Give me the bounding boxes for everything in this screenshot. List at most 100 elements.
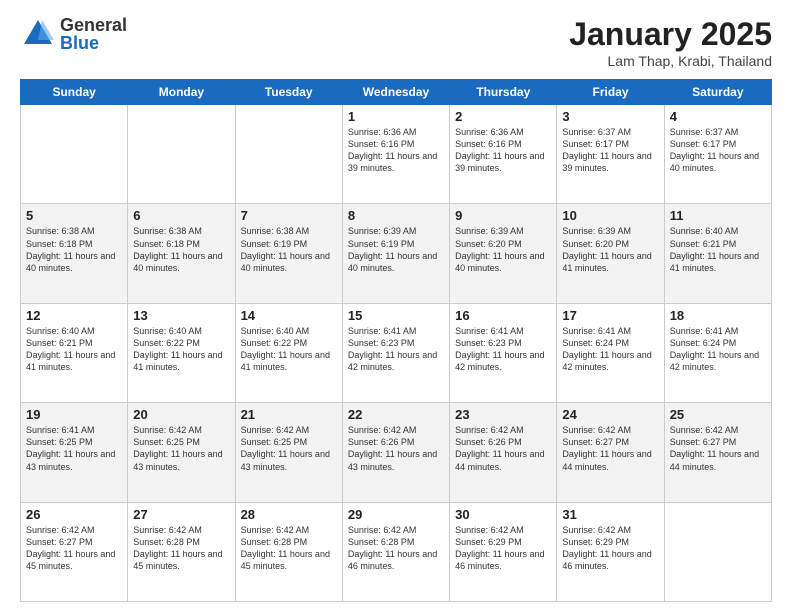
day-info: Sunrise: 6:42 AM Sunset: 6:26 PM Dayligh…	[348, 424, 444, 473]
day-number: 15	[348, 308, 444, 323]
day-number: 21	[241, 407, 337, 422]
day-number: 31	[562, 507, 658, 522]
day-number: 17	[562, 308, 658, 323]
day-info: Sunrise: 6:42 AM Sunset: 6:29 PM Dayligh…	[562, 524, 658, 573]
day-number: 5	[26, 208, 122, 223]
calendar-week-row: 12 Sunrise: 6:40 AM Sunset: 6:21 PM Dayli…	[21, 303, 772, 402]
day-number: 11	[670, 208, 766, 223]
calendar-cell: 23 Sunrise: 6:42 AM Sunset: 6:26 PM Dayli…	[450, 403, 557, 502]
day-info: Sunrise: 6:37 AM Sunset: 6:17 PM Dayligh…	[562, 126, 658, 175]
day-info: Sunrise: 6:39 AM Sunset: 6:20 PM Dayligh…	[455, 225, 551, 274]
calendar-cell: 6 Sunrise: 6:38 AM Sunset: 6:18 PM Daylig…	[128, 204, 235, 303]
calendar-cell: 21 Sunrise: 6:42 AM Sunset: 6:25 PM Dayli…	[235, 403, 342, 502]
calendar-cell: 2 Sunrise: 6:36 AM Sunset: 6:16 PM Daylig…	[450, 105, 557, 204]
calendar-week-row: 1 Sunrise: 6:36 AM Sunset: 6:16 PM Daylig…	[21, 105, 772, 204]
calendar-cell: 17 Sunrise: 6:41 AM Sunset: 6:24 PM Dayli…	[557, 303, 664, 402]
calendar-week-row: 26Sunrise: 6:42 AM Sunset: 6:27 PM Dayli…	[21, 502, 772, 601]
day-number: 13	[133, 308, 229, 323]
logo-icon	[20, 16, 56, 52]
logo-blue: Blue	[60, 34, 127, 52]
calendar-cell: 30 Sunrise: 6:42 AM Sunset: 6:29 PM Dayli…	[450, 502, 557, 601]
calendar-cell: 3 Sunrise: 6:37 AM Sunset: 6:17 PM Daylig…	[557, 105, 664, 204]
day-info: Sunrise: 6:41 AM Sunset: 6:23 PM Dayligh…	[348, 325, 444, 374]
day-info: Sunrise: 6:36 AM Sunset: 6:16 PM Dayligh…	[348, 126, 444, 175]
calendar-cell: 19 Sunrise: 6:41 AM Sunset: 6:25 PM Dayli…	[21, 403, 128, 502]
day-info: Sunrise: 6:41 AM Sunset: 6:24 PM Dayligh…	[670, 325, 766, 374]
location-title: Lam Thap, Krabi, Thailand	[569, 53, 772, 69]
calendar-cell: 29Sunrise: 6:42 AM Sunset: 6:28 PM Dayli…	[342, 502, 449, 601]
day-number: 2	[455, 109, 551, 124]
title-block: January 2025 Lam Thap, Krabi, Thailand	[569, 16, 772, 69]
calendar: Sunday Monday Tuesday Wednesday Thursday…	[20, 79, 772, 602]
col-thursday: Thursday	[450, 80, 557, 105]
day-number: 1	[348, 109, 444, 124]
day-info: Sunrise: 6:42 AM Sunset: 6:26 PM Dayligh…	[455, 424, 551, 473]
calendar-cell: 4Sunrise: 6:37 AM Sunset: 6:17 PM Daylig…	[664, 105, 771, 204]
calendar-cell: 22 Sunrise: 6:42 AM Sunset: 6:26 PM Dayli…	[342, 403, 449, 502]
calendar-cell: 5 Sunrise: 6:38 AM Sunset: 6:18 PM Daylig…	[21, 204, 128, 303]
day-number: 3	[562, 109, 658, 124]
day-number: 4	[670, 109, 766, 124]
calendar-cell: 31 Sunrise: 6:42 AM Sunset: 6:29 PM Dayli…	[557, 502, 664, 601]
calendar-cell: 18 Sunrise: 6:41 AM Sunset: 6:24 PM Dayli…	[664, 303, 771, 402]
day-info: Sunrise: 6:40 AM Sunset: 6:21 PM Dayligh…	[670, 225, 766, 274]
calendar-cell: 16Sunrise: 6:41 AM Sunset: 6:23 PM Dayli…	[450, 303, 557, 402]
day-info: Sunrise: 6:40 AM Sunset: 6:22 PM Dayligh…	[133, 325, 229, 374]
calendar-cell: 1 Sunrise: 6:36 AM Sunset: 6:16 PM Daylig…	[342, 105, 449, 204]
col-sunday: Sunday	[21, 80, 128, 105]
day-number: 28	[241, 507, 337, 522]
calendar-cell: 15 Sunrise: 6:41 AM Sunset: 6:23 PM Dayli…	[342, 303, 449, 402]
calendar-cell: 28Sunrise: 6:42 AM Sunset: 6:28 PM Dayli…	[235, 502, 342, 601]
day-info: Sunrise: 6:41 AM Sunset: 6:24 PM Dayligh…	[562, 325, 658, 374]
month-title: January 2025	[569, 16, 772, 53]
page: General Blue January 2025 Lam Thap, Krab…	[0, 0, 792, 612]
day-number: 25	[670, 407, 766, 422]
header: General Blue January 2025 Lam Thap, Krab…	[20, 16, 772, 69]
day-number: 10	[562, 208, 658, 223]
day-info: Sunrise: 6:42 AM Sunset: 6:27 PM Dayligh…	[26, 524, 122, 573]
col-friday: Friday	[557, 80, 664, 105]
calendar-cell: 27 Sunrise: 6:42 AM Sunset: 6:28 PM Dayli…	[128, 502, 235, 601]
calendar-cell: 9 Sunrise: 6:39 AM Sunset: 6:20 PM Daylig…	[450, 204, 557, 303]
calendar-cell: 12 Sunrise: 6:40 AM Sunset: 6:21 PM Dayli…	[21, 303, 128, 402]
col-wednesday: Wednesday	[342, 80, 449, 105]
calendar-cell: 25Sunrise: 6:42 AM Sunset: 6:27 PM Dayli…	[664, 403, 771, 502]
day-info: Sunrise: 6:40 AM Sunset: 6:22 PM Dayligh…	[241, 325, 337, 374]
day-number: 9	[455, 208, 551, 223]
day-number: 30	[455, 507, 551, 522]
day-number: 6	[133, 208, 229, 223]
day-info: Sunrise: 6:39 AM Sunset: 6:19 PM Dayligh…	[348, 225, 444, 274]
day-number: 23	[455, 407, 551, 422]
calendar-cell: 13 Sunrise: 6:40 AM Sunset: 6:22 PM Dayli…	[128, 303, 235, 402]
day-info: Sunrise: 6:42 AM Sunset: 6:25 PM Dayligh…	[241, 424, 337, 473]
day-number: 12	[26, 308, 122, 323]
day-number: 16	[455, 308, 551, 323]
weekday-header-row: Sunday Monday Tuesday Wednesday Thursday…	[21, 80, 772, 105]
calendar-cell: 7Sunrise: 6:38 AM Sunset: 6:19 PM Daylig…	[235, 204, 342, 303]
calendar-cell	[664, 502, 771, 601]
day-number: 19	[26, 407, 122, 422]
calendar-cell: 10Sunrise: 6:39 AM Sunset: 6:20 PM Dayli…	[557, 204, 664, 303]
day-info: Sunrise: 6:41 AM Sunset: 6:25 PM Dayligh…	[26, 424, 122, 473]
day-number: 29	[348, 507, 444, 522]
day-number: 8	[348, 208, 444, 223]
day-number: 18	[670, 308, 766, 323]
day-number: 27	[133, 507, 229, 522]
day-info: Sunrise: 6:38 AM Sunset: 6:18 PM Dayligh…	[133, 225, 229, 274]
day-number: 22	[348, 407, 444, 422]
day-info: Sunrise: 6:42 AM Sunset: 6:29 PM Dayligh…	[455, 524, 551, 573]
day-info: Sunrise: 6:40 AM Sunset: 6:21 PM Dayligh…	[26, 325, 122, 374]
day-number: 7	[241, 208, 337, 223]
col-tuesday: Tuesday	[235, 80, 342, 105]
day-info: Sunrise: 6:36 AM Sunset: 6:16 PM Dayligh…	[455, 126, 551, 175]
day-number: 24	[562, 407, 658, 422]
col-saturday: Saturday	[664, 80, 771, 105]
calendar-cell	[235, 105, 342, 204]
day-info: Sunrise: 6:38 AM Sunset: 6:18 PM Dayligh…	[26, 225, 122, 274]
calendar-cell: 8 Sunrise: 6:39 AM Sunset: 6:19 PM Daylig…	[342, 204, 449, 303]
day-info: Sunrise: 6:42 AM Sunset: 6:28 PM Dayligh…	[133, 524, 229, 573]
calendar-week-row: 19 Sunrise: 6:41 AM Sunset: 6:25 PM Dayli…	[21, 403, 772, 502]
calendar-cell	[128, 105, 235, 204]
calendar-cell: 11 Sunrise: 6:40 AM Sunset: 6:21 PM Dayli…	[664, 204, 771, 303]
logo-general: General	[60, 16, 127, 34]
